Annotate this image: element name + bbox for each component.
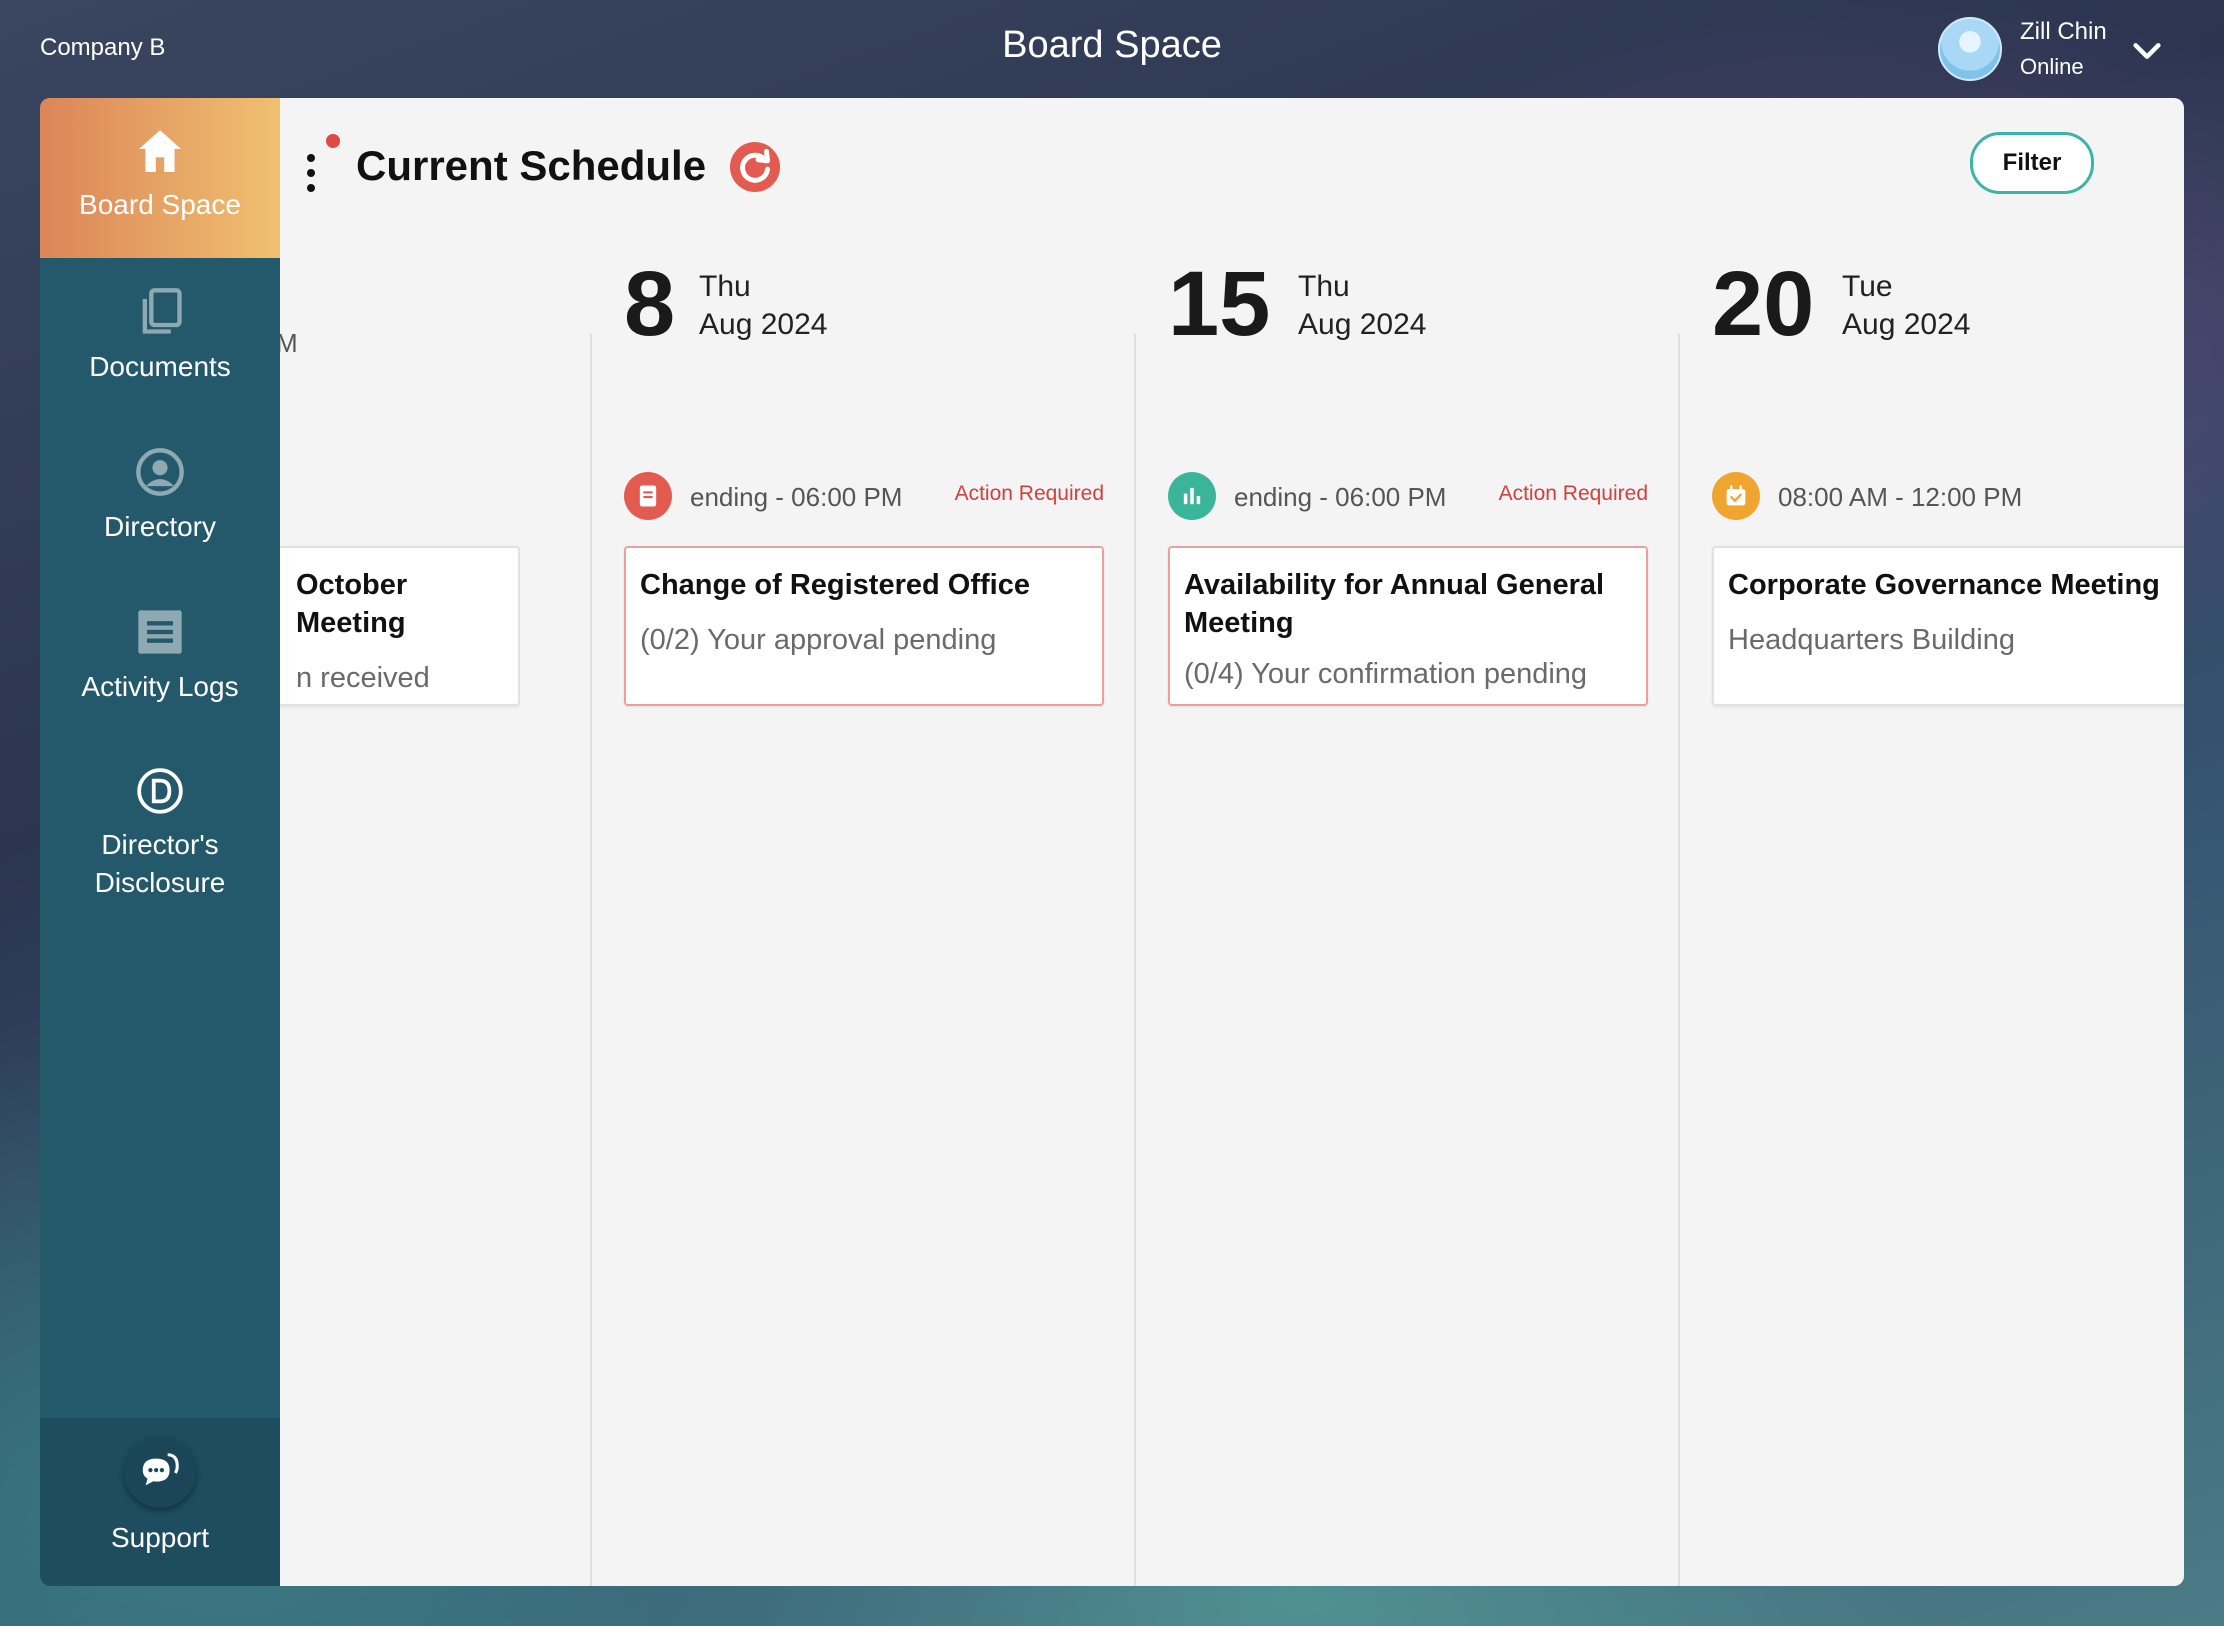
sidebar-item-label: Activity Logs (81, 671, 239, 702)
user-name: Zill Chin (2020, 18, 2107, 45)
schedule-content: Current Schedule Filter M October Meetin… (280, 98, 2184, 1586)
weekday: Thu (1298, 270, 1350, 303)
event-card[interactable]: October Meeting n received (280, 546, 520, 706)
chevron-down-icon[interactable] (2130, 34, 2164, 68)
schedule-column-partial: M October Meeting n received (280, 98, 520, 1586)
user-circle-icon (136, 448, 184, 496)
column-divider (1134, 334, 1136, 1586)
list-icon (138, 610, 182, 654)
avatar[interactable] (1938, 17, 2002, 81)
sidebar-item-activity-logs[interactable]: Activity Logs (40, 606, 280, 706)
action-required-badge: Action Required (1498, 482, 1648, 505)
event-title: Change of Registered Office (640, 569, 1030, 601)
sidebar-item-documents[interactable]: Documents (40, 286, 280, 386)
schedule-column-aug-20: 20 Tue Aug 2024 08:00 AM - 12:00 PM Corp… (1712, 258, 2184, 1578)
event-meta: ending - 06:00 PM Action Required (624, 472, 1104, 522)
filter-button[interactable]: Filter (1970, 132, 2094, 194)
calendar-check-icon (1712, 472, 1760, 520)
user-profile[interactable]: Zill Chin Online (1938, 14, 2107, 84)
bar-chart-icon (1168, 472, 1216, 520)
schedule-column-aug-8: 8 Thu Aug 2024 ending - 06:00 PM Action … (624, 258, 1104, 1578)
home-icon (139, 130, 181, 172)
sidebar-item-directors-disclosure[interactable]: Director's Disclosure (40, 766, 280, 902)
day-number: 20 (1712, 253, 1815, 355)
event-title: Availability for Annual General Meeting (1184, 569, 1605, 639)
action-required-badge: Action Required (954, 482, 1104, 505)
day-number: 8 (624, 253, 676, 355)
sidebar-item-label: Directory (103, 511, 216, 542)
event-subtitle: n received (296, 662, 430, 694)
top-bar: Company B Board Space Zill Chin Online (0, 0, 2224, 98)
event-card[interactable]: Change of Registered Office (0/2) Your a… (624, 546, 1104, 706)
support-label: Support (110, 1522, 210, 1553)
weekday: Tue (1842, 270, 1893, 303)
chat-support-icon (142, 1453, 179, 1486)
event-time: ending - 06:00 PM (1234, 482, 1447, 512)
month-year: Aug 2024 (1842, 308, 1971, 341)
documents-icon (142, 288, 182, 334)
month-year: Aug 2024 (1298, 308, 1427, 341)
support-button[interactable]: Support (40, 1418, 280, 1586)
schedule-column-aug-15: 15 Thu Aug 2024 ending - 06:00 PM Action… (1168, 258, 1648, 1578)
sidebar-item-label: Director's Disclosure (94, 829, 226, 898)
disclosure-d-icon (137, 768, 183, 814)
event-meta: 08:00 AM - 12:00 PM (1712, 472, 2184, 522)
event-subtitle: (0/2) Your approval pending (640, 624, 997, 656)
event-meta: ending - 06:00 PM Action Required (1168, 472, 1648, 522)
sidebar-item-directory[interactable]: Directory (40, 446, 280, 546)
sidebar-item-label: Documents (89, 351, 231, 382)
sidebar: Board Space Documents Directory Activity… (40, 98, 280, 1586)
event-time: 08:00 AM - 12:00 PM (1778, 482, 2023, 512)
app-title: Board Space (1002, 24, 1222, 66)
column-divider (590, 334, 592, 1586)
event-card[interactable]: Corporate Governance Meeting Headquarter… (1712, 546, 2184, 706)
sidebar-item-board-space[interactable]: Board Space (40, 98, 280, 258)
event-time: M (280, 328, 298, 358)
refresh-icon[interactable] (730, 142, 780, 192)
event-subtitle: (0/4) Your confirmation pending (1184, 658, 1588, 690)
main-panel: Board Space Documents Directory Activity… (40, 98, 2184, 1586)
event-title: Corporate Governance Meeting (1728, 569, 2160, 601)
event-time: ending - 06:00 PM (690, 482, 903, 512)
weekday: Thu (699, 270, 751, 303)
support-icon-wrapper (124, 1436, 196, 1508)
column-divider (1678, 334, 1680, 1586)
document-note-icon (624, 472, 672, 520)
event-title: October Meeting (296, 569, 408, 639)
event-card[interactable]: Availability for Annual General Meeting … (1168, 546, 1648, 706)
event-subtitle: Headquarters Building (1728, 624, 2015, 656)
day-number: 15 (1168, 253, 1271, 355)
month-year: Aug 2024 (699, 308, 828, 341)
sidebar-item-label: Board Space (79, 189, 241, 220)
user-status: Online (2020, 54, 2084, 79)
